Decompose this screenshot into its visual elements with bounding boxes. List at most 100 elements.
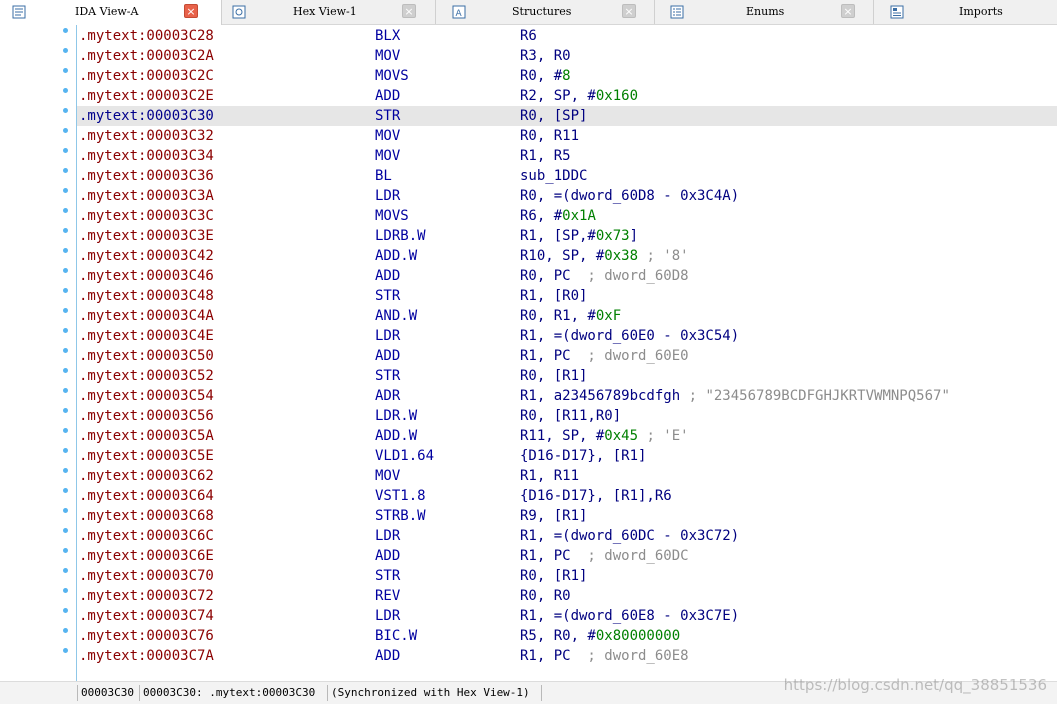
address[interactable]: .mytext:00003C2E xyxy=(79,86,214,106)
listing-row[interactable]: .mytext:00003C6E ADD R1, PC ; dword_60DC xyxy=(77,546,1057,566)
address[interactable]: .mytext:00003C2C xyxy=(79,66,214,86)
mnemonic[interactable]: STR xyxy=(375,286,400,306)
operands[interactable]: R1, =(dword_60E8 - 0x3C7E) xyxy=(520,606,739,626)
listing-row[interactable]: .mytext:00003C30 STR R0, [SP] xyxy=(77,106,1057,126)
address[interactable]: .mytext:00003C6C xyxy=(79,526,214,546)
listing-row[interactable]: .mytext:00003C62 MOV R1, R11 xyxy=(77,466,1057,486)
address[interactable]: .mytext:00003C72 xyxy=(79,586,214,606)
address[interactable]: .mytext:00003C36 xyxy=(79,166,214,186)
address[interactable]: .mytext:00003C64 xyxy=(79,486,214,506)
mnemonic[interactable]: MOV xyxy=(375,46,400,66)
listing-row[interactable]: .mytext:00003C34 MOV R1, R5 xyxy=(77,146,1057,166)
operands[interactable]: R1, a23456789bcdfgh ; "23456789BCDFGHJKR… xyxy=(520,386,950,406)
operands[interactable]: R0, [SP] xyxy=(520,106,587,126)
listing-row[interactable]: .mytext:00003C7A ADD R1, PC ; dword_60E8 xyxy=(77,646,1057,666)
operands[interactable]: R1, =(dword_60E0 - 0x3C54) xyxy=(520,326,739,346)
operands[interactable]: R6, #0x1A xyxy=(520,206,596,226)
mnemonic[interactable]: ADR xyxy=(375,386,400,406)
operands[interactable]: R1, R5 xyxy=(520,146,571,166)
close-icon[interactable]: × xyxy=(841,4,855,18)
operands[interactable]: R6 xyxy=(520,26,537,46)
listing-row[interactable]: .mytext:00003C3A LDR R0, =(dword_60D8 - 0x… xyxy=(77,186,1057,206)
operands[interactable]: R0, [R1] xyxy=(520,566,587,586)
operands[interactable]: R10, SP, #0x38 ; '8' xyxy=(520,246,689,266)
disassembly-listing[interactable]: .mytext:00003C28 BLX R6 .mytext:00003C2A MOV… xyxy=(77,26,1057,666)
address[interactable]: .mytext:00003C34 xyxy=(79,146,214,166)
mnemonic[interactable]: STRB.W xyxy=(375,506,426,526)
listing-row[interactable]: .mytext:00003C28 BLX R6 xyxy=(77,26,1057,46)
address[interactable]: .mytext:00003C42 xyxy=(79,246,214,266)
tab-hex-view-1[interactable]: Hex View-1 × xyxy=(222,0,436,24)
mnemonic[interactable]: VLD1.64 xyxy=(375,446,434,466)
address[interactable]: .mytext:00003C7A xyxy=(79,646,214,666)
address[interactable]: .mytext:00003C3C xyxy=(79,206,214,226)
mnemonic[interactable]: ADD.W xyxy=(375,246,417,266)
address[interactable]: .mytext:00003C32 xyxy=(79,126,214,146)
address[interactable]: .mytext:00003C62 xyxy=(79,466,214,486)
mnemonic[interactable]: MOVS xyxy=(375,66,409,86)
tab-structures[interactable]: A Structures × xyxy=(436,0,655,24)
listing-row[interactable]: .mytext:00003C36 BL sub_1DDC xyxy=(77,166,1057,186)
operands[interactable]: R1, [R0] xyxy=(520,286,587,306)
listing-row[interactable]: .mytext:00003C46 ADD R0, PC ; dword_60D8 xyxy=(77,266,1057,286)
address[interactable]: .mytext:00003C56 xyxy=(79,406,214,426)
close-icon[interactable]: × xyxy=(622,4,636,18)
address[interactable]: .mytext:00003C68 xyxy=(79,506,214,526)
address[interactable]: .mytext:00003C28 xyxy=(79,26,214,46)
operands[interactable]: R1, =(dword_60DC - 0x3C72) xyxy=(520,526,739,546)
listing-row[interactable]: .mytext:00003C2A MOV R3, R0 xyxy=(77,46,1057,66)
mnemonic[interactable]: VST1.8 xyxy=(375,486,426,506)
address[interactable]: .mytext:00003C30 xyxy=(79,106,214,126)
mnemonic[interactable]: ADD xyxy=(375,646,400,666)
address[interactable]: .mytext:00003C54 xyxy=(79,386,214,406)
listing-row[interactable]: .mytext:00003C56 LDR.W R0, [R11,R0] xyxy=(77,406,1057,426)
address[interactable]: .mytext:00003C3A xyxy=(79,186,214,206)
operands[interactable]: R1, R11 xyxy=(520,466,579,486)
mnemonic[interactable]: LDR xyxy=(375,186,400,206)
mnemonic[interactable]: REV xyxy=(375,586,400,606)
address[interactable]: .mytext:00003C2A xyxy=(79,46,214,66)
listing-row[interactable]: .mytext:00003C5A ADD.W R11, SP, #0x45 ; 'E… xyxy=(77,426,1057,446)
address[interactable]: .mytext:00003C74 xyxy=(79,606,214,626)
mnemonic[interactable]: ADD xyxy=(375,86,400,106)
address[interactable]: .mytext:00003C70 xyxy=(79,566,214,586)
address[interactable]: .mytext:00003C48 xyxy=(79,286,214,306)
tab-enums[interactable]: Enums × xyxy=(655,0,874,24)
listing-row[interactable]: .mytext:00003C70 STR R0, [R1] xyxy=(77,566,1057,586)
close-icon[interactable]: × xyxy=(184,4,198,18)
operands[interactable]: {D16-D17}, [R1] xyxy=(520,446,646,466)
operands[interactable]: R5, R0, #0x80000000 xyxy=(520,626,680,646)
mnemonic[interactable]: MOV xyxy=(375,466,400,486)
address[interactable]: .mytext:00003C46 xyxy=(79,266,214,286)
address[interactable]: .mytext:00003C5A xyxy=(79,426,214,446)
listing-row[interactable]: .mytext:00003C32 MOV R0, R11 xyxy=(77,126,1057,146)
operands[interactable]: R0, PC ; dword_60D8 xyxy=(520,266,689,286)
listing-row[interactable]: .mytext:00003C4E LDR R1, =(dword_60E0 - 0x… xyxy=(77,326,1057,346)
address[interactable]: .mytext:00003C3E xyxy=(79,226,214,246)
listing-row[interactable]: .mytext:00003C3E LDRB.W R1, [SP,#0x73] xyxy=(77,226,1057,246)
listing-row[interactable]: .mytext:00003C68 STRB.W R9, [R1] xyxy=(77,506,1057,526)
mnemonic[interactable]: LDRB.W xyxy=(375,226,426,246)
operands[interactable]: R0, =(dword_60D8 - 0x3C4A) xyxy=(520,186,739,206)
listing-row[interactable]: .mytext:00003C42 ADD.W R10, SP, #0x38 ; '8… xyxy=(77,246,1057,266)
close-icon[interactable]: × xyxy=(402,4,416,18)
operands[interactable]: R0, [R11,R0] xyxy=(520,406,621,426)
mnemonic[interactable]: BL xyxy=(375,166,392,186)
operands[interactable]: R11, SP, #0x45 ; 'E' xyxy=(520,426,689,446)
listing-row[interactable]: .mytext:00003C2E ADD R2, SP, #0x160 xyxy=(77,86,1057,106)
listing-row[interactable]: .mytext:00003C74 LDR R1, =(dword_60E8 - 0x… xyxy=(77,606,1057,626)
address[interactable]: .mytext:00003C6E xyxy=(79,546,214,566)
operands[interactable]: R9, [R1] xyxy=(520,506,587,526)
address[interactable]: .mytext:00003C4A xyxy=(79,306,214,326)
operands[interactable]: R2, SP, #0x160 xyxy=(520,86,638,106)
listing-row[interactable]: .mytext:00003C3C MOVS R6, #0x1A xyxy=(77,206,1057,226)
tab-ida-view-a[interactable]: IDA View-A × xyxy=(0,0,222,25)
operands[interactable]: R3, R0 xyxy=(520,46,571,66)
operands[interactable]: sub_1DDC xyxy=(520,166,587,186)
mnemonic[interactable]: MOV xyxy=(375,126,400,146)
mnemonic[interactable]: LDR xyxy=(375,606,400,626)
address[interactable]: .mytext:00003C4E xyxy=(79,326,214,346)
operands[interactable]: R0, R11 xyxy=(520,126,579,146)
listing-row[interactable]: .mytext:00003C72 REV R0, R0 xyxy=(77,586,1057,606)
address[interactable]: .mytext:00003C52 xyxy=(79,366,214,386)
